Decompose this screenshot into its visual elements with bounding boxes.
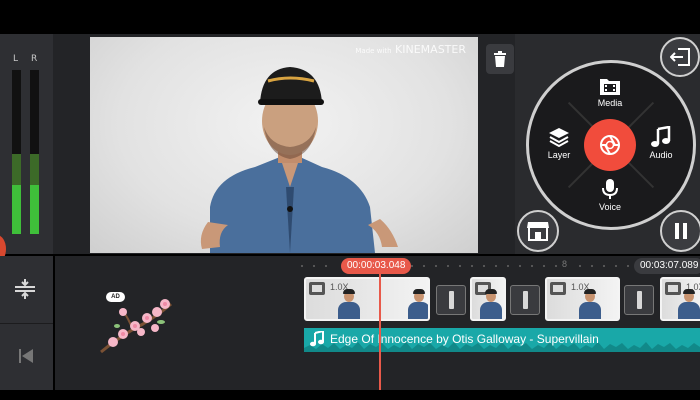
clip-thumbnail [478, 289, 504, 319]
ruler-marker: 8 [562, 259, 568, 269]
meter-right-level [30, 184, 39, 234]
transition-button[interactable] [510, 285, 540, 315]
pause-button[interactable] [660, 210, 700, 252]
timeline-adjust-button[interactable] [14, 278, 36, 305]
exit-icon [670, 48, 690, 66]
meter-left-track [12, 70, 21, 234]
media-icon [600, 79, 620, 95]
skip-to-start-button[interactable] [18, 348, 34, 369]
video-clip[interactable]: 1.0X [545, 277, 620, 321]
timeline-tools-divider [0, 323, 53, 324]
wheel-audio-label: Audio [649, 150, 673, 160]
wheel-layer-button[interactable]: Layer [529, 126, 589, 160]
wheel-audio-button[interactable]: Audio [631, 126, 691, 160]
asset-store-button[interactable] [517, 210, 559, 252]
delete-button[interactable] [486, 44, 514, 74]
video-clip[interactable]: 1.0X [304, 277, 430, 321]
clip-thumbnail [336, 289, 362, 319]
video-clip[interactable] [470, 277, 506, 321]
clip-thumbnail [676, 289, 700, 319]
preview-frame-person [200, 67, 398, 253]
camera-icon [600, 135, 620, 155]
audio-icon [651, 126, 671, 147]
wheel-media-button[interactable]: Media [580, 76, 640, 108]
current-time: 00:00:03.048 [341, 258, 412, 274]
audio-meter-panel: L R [0, 34, 53, 263]
audio-track[interactable]: Edge Of Innocence by Otis Galloway - Sup… [304, 328, 700, 352]
video-clip[interactable]: 1.0X [660, 277, 700, 321]
video-preview[interactable]: Made with KINEMASTER [90, 37, 478, 253]
audio-track-title: Edge Of Innocence by Otis Galloway - Sup… [330, 332, 599, 346]
transition-button[interactable] [436, 285, 466, 315]
layer-icon [549, 128, 569, 148]
top-black-bar [0, 0, 700, 34]
exit-button[interactable] [660, 37, 700, 77]
wheel-voice-label: Voice [598, 202, 622, 212]
wheel-media-label: Media [597, 98, 623, 108]
pause-icon [675, 223, 687, 239]
skip-start-icon [19, 349, 33, 363]
wheel-voice-button[interactable]: Voice [580, 178, 640, 212]
music-note-icon [310, 331, 324, 347]
wheel-layer-label: Layer [547, 150, 571, 160]
delete-icon [494, 51, 506, 67]
transition-button[interactable] [624, 285, 654, 315]
total-time: 00:03:07.089 [634, 258, 700, 274]
voice-icon [602, 179, 618, 199]
meter-left-level [12, 184, 21, 234]
ad-badge: AD [106, 292, 125, 302]
store-icon [527, 222, 549, 241]
playhead[interactable] [379, 272, 381, 390]
film-icon [309, 282, 325, 295]
meter-right-track [30, 70, 39, 234]
clip-thumbnail [406, 289, 428, 319]
bottom-black-bar [0, 390, 700, 400]
meter-right-label: R [31, 54, 38, 64]
adjust-icon [15, 279, 35, 299]
capture-button[interactable] [584, 119, 636, 171]
meter-left-label: L [13, 54, 19, 64]
clip-thumbnail [577, 289, 603, 319]
kinemaster-watermark: Made with KINEMASTER [355, 43, 466, 56]
film-icon [550, 282, 566, 295]
